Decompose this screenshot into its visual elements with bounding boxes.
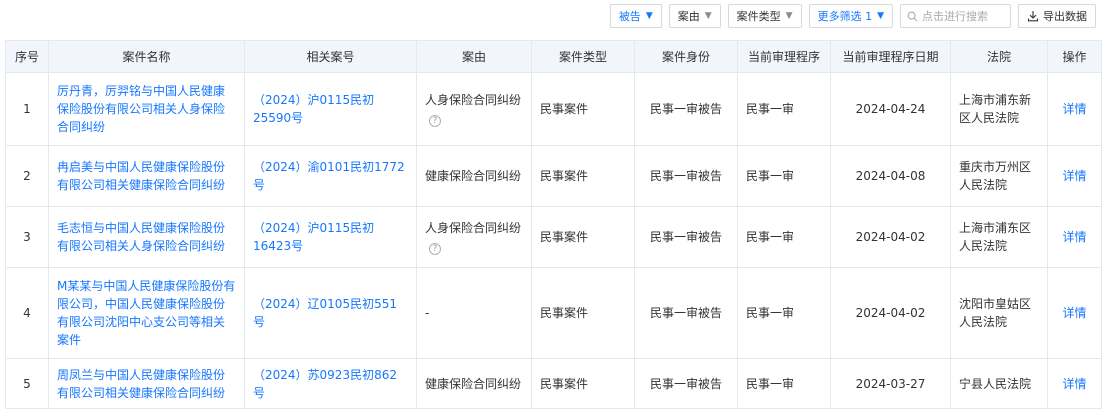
caret-down-icon: ▼ — [785, 11, 793, 21]
table-row: 5 周凤兰与中国人民健康保险股份有限公司相关健康保险合同纠纷 （2024）苏09… — [5, 358, 1102, 409]
header-case-name: 案件名称 — [48, 40, 245, 73]
stage-date-cell: 2024-04-02 — [830, 206, 951, 268]
filter-more-button[interactable]: 更多筛选 1 ▼ — [808, 4, 893, 28]
court-cell: 上海市浦东区人民法院 — [950, 206, 1048, 268]
cause-text: 健康保险合同纠纷 — [425, 169, 522, 183]
case-type-cell: 民事案件 — [531, 358, 635, 409]
stage-date-cell: 2024-04-08 — [830, 145, 951, 207]
stage-cell: 民事一审 — [737, 72, 831, 146]
case-type-cell: 民事案件 — [531, 145, 635, 207]
header-current-stage: 当前审理程序 — [737, 40, 831, 73]
detail-link[interactable]: 详情 — [1062, 377, 1086, 391]
court-cell: 重庆市万州区人民法院 — [950, 145, 1048, 207]
header-case-role: 案件身份 — [634, 40, 738, 73]
stage-date-cell: 2024-04-24 — [830, 72, 951, 146]
download-icon — [1027, 11, 1039, 22]
header-action: 操作 — [1047, 40, 1102, 73]
filter-cause-button[interactable]: 案由 ▼ — [668, 4, 721, 28]
case-number-link[interactable]: （2024）苏0923民初862号 — [253, 368, 397, 400]
case-name-link[interactable]: 周凤兰与中国人民健康保险股份有限公司相关健康保险合同纠纷 — [57, 368, 225, 400]
stage-date-cell: 2024-03-27 — [830, 358, 951, 409]
case-number-link[interactable]: （2024）沪0115民初16423号 — [253, 221, 374, 253]
detail-link[interactable]: 详情 — [1062, 306, 1086, 320]
header-case-number: 相关案号 — [244, 40, 417, 73]
row-index: 5 — [5, 358, 49, 409]
table-row: 1 厉丹青，厉羿铭与中国人民健康保险股份有限公司相关人身保险合同纠纷 （2024… — [5, 72, 1102, 146]
help-icon[interactable]: ? — [429, 115, 441, 127]
header-index: 序号 — [5, 40, 49, 73]
help-icon[interactable]: ? — [429, 243, 441, 255]
case-name-link[interactable]: 厉丹青，厉羿铭与中国人民健康保险股份有限公司相关人身保险合同纠纷 — [57, 84, 225, 134]
filter-case-type-button[interactable]: 案件类型 ▼ — [727, 4, 802, 28]
header-stage-date: 当前审理程序日期 — [830, 40, 951, 73]
filter-toolbar: 被告 ▼ 案由 ▼ 案件类型 ▼ 更多筛选 1 ▼ 导出数据 — [609, 4, 1096, 28]
court-cell: 宁县人民法院 — [950, 358, 1048, 409]
stage-cell: 民事一审 — [737, 267, 831, 359]
detail-link[interactable]: 详情 — [1062, 230, 1086, 244]
filter-defendant-button[interactable]: 被告 ▼ — [609, 4, 662, 28]
table-row: 3 毛志恒与中国人民健康保险股份有限公司相关人身保险合同纠纷 （2024）沪01… — [5, 206, 1102, 268]
court-cell: 上海市浦东新区人民法院 — [950, 72, 1048, 146]
row-index: 3 — [5, 206, 49, 268]
row-index: 1 — [5, 72, 49, 146]
case-role-cell: 民事一审被告 — [634, 206, 738, 268]
cause-cell: 人身保险合同纠纷? — [416, 72, 532, 146]
header-case-type: 案件类型 — [531, 40, 635, 73]
case-role-cell: 民事一审被告 — [634, 358, 738, 409]
header-court: 法院 — [950, 40, 1048, 73]
case-type-cell: 民事案件 — [531, 267, 635, 359]
filter-more-label: 更多筛选 1 — [817, 10, 873, 23]
court-cell: 沈阳市皇姑区人民法院 — [950, 267, 1048, 359]
case-name-link[interactable]: M某某与中国人民健康保险股份有限公司，中国人民健康保险股份有限公司沈阳中心支公司… — [57, 279, 235, 347]
cause-text: 健康保险合同纠纷 — [425, 376, 522, 391]
cause-text: 人身保险合同纠纷 — [425, 93, 522, 107]
cause-cell: 健康保险合同纠纷 — [416, 358, 532, 409]
filter-case-type-label: 案件类型 — [736, 10, 781, 23]
case-role-cell: 民事一审被告 — [634, 267, 738, 359]
case-number-link[interactable]: （2024）辽0105民初551号 — [253, 297, 397, 329]
case-number-link[interactable]: （2024）沪0115民初25590号 — [253, 93, 374, 125]
row-index: 2 — [5, 145, 49, 207]
case-table: 序号 案件名称 相关案号 案由 案件类型 案件身份 当前审理程序 当前审理程序日… — [5, 40, 1102, 409]
header-cause: 案由 — [416, 40, 532, 73]
stage-cell: 民事一审 — [737, 358, 831, 409]
case-name-link[interactable]: 冉启美与中国人民健康保险股份有限公司相关健康保险合同纠纷 — [57, 160, 225, 192]
stage-cell: 民事一审 — [737, 206, 831, 268]
table-row: 4 M某某与中国人民健康保险股份有限公司，中国人民健康保险股份有限公司沈阳中心支… — [5, 267, 1102, 359]
detail-link[interactable]: 详情 — [1062, 169, 1086, 183]
cause-cell: 人身保险合同纠纷? — [416, 206, 532, 268]
export-data-button[interactable]: 导出数据 — [1018, 4, 1096, 28]
case-role-cell: 民事一审被告 — [634, 72, 738, 146]
stage-cell: 民事一审 — [737, 145, 831, 207]
caret-down-icon: ▼ — [877, 11, 884, 21]
caret-down-icon: ▼ — [645, 11, 653, 21]
case-role-cell: 民事一审被告 — [634, 145, 738, 207]
case-name-link[interactable]: 毛志恒与中国人民健康保险股份有限公司相关人身保险合同纠纷 — [57, 221, 225, 253]
search-icon — [907, 11, 918, 21]
table-header-row: 序号 案件名称 相关案号 案由 案件类型 案件身份 当前审理程序 当前审理程序日… — [5, 40, 1102, 73]
cause-cell: 健康保险合同纠纷 — [416, 145, 532, 207]
row-index: 4 — [5, 267, 49, 359]
stage-date-cell: 2024-04-02 — [830, 267, 951, 359]
case-type-cell: 民事案件 — [531, 206, 635, 268]
filter-cause-label: 案由 — [677, 10, 700, 23]
filter-defendant-label: 被告 — [618, 10, 641, 23]
caret-down-icon: ▼ — [704, 11, 712, 21]
table-row: 2 冉启美与中国人民健康保险股份有限公司相关健康保险合同纠纷 （2024）渝01… — [5, 145, 1102, 207]
export-data-label: 导出数据 — [1043, 10, 1087, 23]
cause-text: 人身保险合同纠纷 — [425, 221, 522, 235]
case-type-cell: 民事案件 — [531, 72, 635, 146]
search-input[interactable] — [922, 9, 1002, 23]
case-number-link[interactable]: （2024）渝0101民初1772号 — [253, 160, 405, 192]
cause-cell: - — [416, 267, 532, 359]
detail-link[interactable]: 详情 — [1062, 102, 1086, 116]
cause-text: - — [425, 306, 430, 320]
search-box[interactable] — [900, 4, 1011, 28]
